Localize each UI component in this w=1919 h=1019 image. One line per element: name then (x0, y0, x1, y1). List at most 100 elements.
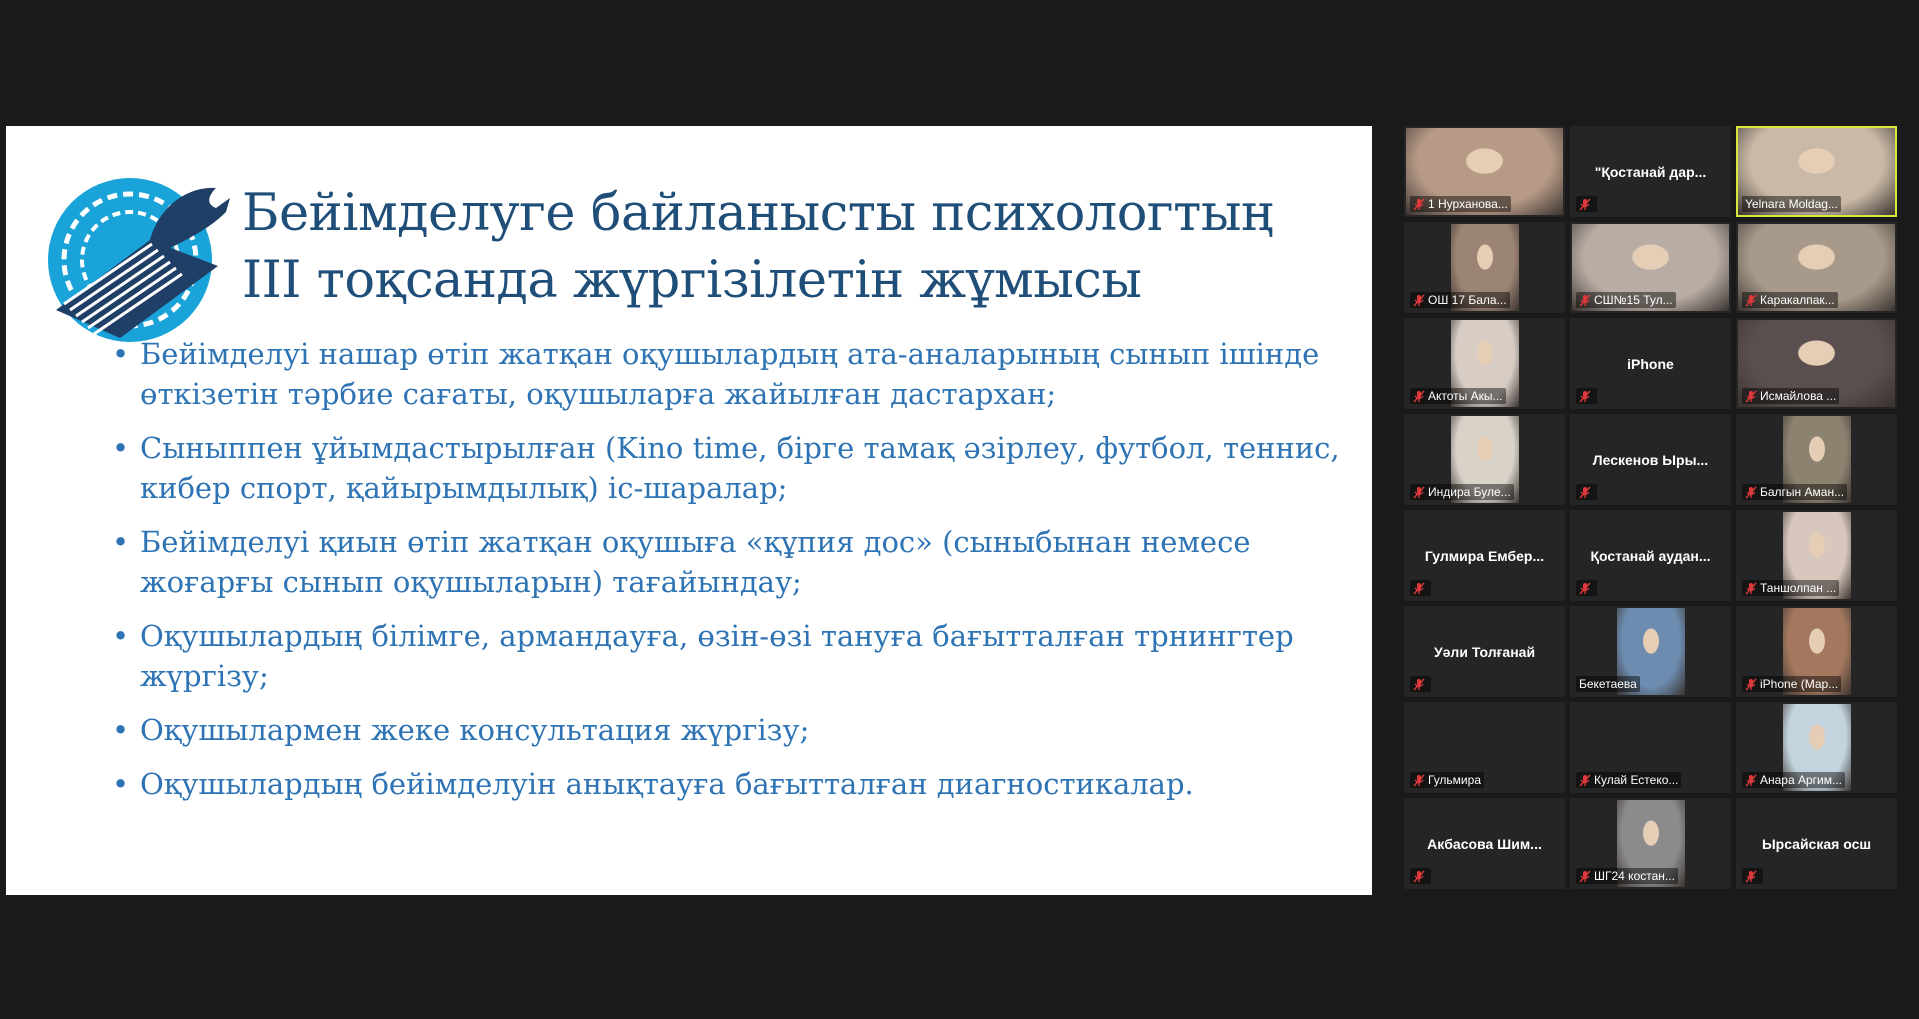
participant-label (1410, 676, 1431, 692)
participant-name: Гульмира (1428, 773, 1481, 787)
participant-label: iPhone (Мар... (1742, 676, 1842, 692)
slide-title: Бейімделуге байланысты психологтың ІІІ т… (242, 180, 1352, 314)
muted-mic-icon (1413, 678, 1425, 690)
bullet-item: • Бейімделуі қиын өтіп жатқан оқушыға «құ… (110, 522, 1340, 602)
participant-label: СШ№15 Тул... (1576, 292, 1676, 308)
muted-mic-icon (1579, 870, 1591, 882)
participant-tile[interactable]: Исмайлова ... (1736, 318, 1897, 409)
participant-label: Yelnara Moldag... (1742, 196, 1841, 212)
participant-tile[interactable]: Каракалпак... (1736, 222, 1897, 313)
participant-label: Индира Буле... (1410, 484, 1514, 500)
participant-name: Бекетаева (1579, 677, 1637, 691)
bullet-text: Оқушылармен жеке консультация жүргізу; (140, 713, 810, 747)
bullet-item: • Бейімделуі нашар өтіп жатқан оқушыларды… (110, 334, 1340, 414)
muted-mic-icon (1745, 294, 1757, 306)
participant-name: Индира Буле... (1428, 485, 1511, 499)
muted-mic-icon (1413, 486, 1425, 498)
participant-tile[interactable]: Балгын Аман... (1736, 414, 1897, 505)
participant-tile[interactable]: iPhone (1570, 318, 1731, 409)
participant-name: ШГ24 костан... (1594, 869, 1675, 883)
participant-tile[interactable]: Таншолпан ... (1736, 510, 1897, 601)
participant-tile[interactable]: Қостанай аудан... (1570, 510, 1731, 601)
bullet-item: • Сыныппен ұйымдастырылған (Kino time, бі… (110, 428, 1340, 508)
slide-bullet-list: • Бейімделуі нашар өтіп жатқан оқушыларды… (110, 334, 1340, 818)
bullet-item: • Оқушылардың бейімделуін анықтауға бағыт… (110, 764, 1340, 804)
participant-name-center: Қостанай аудан... (1590, 547, 1711, 564)
bullet-icon: • (112, 713, 130, 747)
participant-name: Yelnara Moldag... (1745, 197, 1838, 211)
slide-title-line: ІІІ тоқсанда жүргізілетін жұмысы (242, 251, 1142, 310)
participant-label: Гульмира (1410, 772, 1484, 788)
bullet-icon: • (112, 525, 130, 559)
muted-mic-icon (1413, 870, 1425, 882)
participant-label: Исмайлова ... (1742, 388, 1840, 404)
participant-tile[interactable]: Анара Аргим... (1736, 702, 1897, 793)
participant-label: ОШ 17 Бала... (1410, 292, 1510, 308)
bullet-text: Сыныппен ұйымдастырылған (Kino time, бір… (140, 431, 1340, 505)
participants-gallery: 1 Нурханова... "Қостанай дар... Yelnara Mo… (1404, 126, 1897, 889)
participant-name-center: Лескенов Ыры... (1592, 451, 1709, 468)
participant-tile[interactable]: Кулай Естеко... (1570, 702, 1731, 793)
participant-name-center: Ырсайская осш (1761, 835, 1872, 852)
participant-label (1576, 388, 1597, 404)
participant-name: ОШ 17 Бала... (1428, 293, 1507, 307)
participant-tile[interactable]: ШГ24 костан... (1570, 798, 1731, 889)
participant-tile[interactable]: Индира Буле... (1404, 414, 1565, 505)
muted-mic-icon (1745, 678, 1757, 690)
participant-label (1576, 196, 1597, 212)
participant-label (1410, 868, 1431, 884)
participant-tile[interactable]: Бекетаева (1570, 606, 1731, 697)
muted-mic-icon (1413, 582, 1425, 594)
participant-label (1576, 580, 1597, 596)
bullet-icon: • (112, 767, 130, 801)
participant-tile[interactable]: Актоты Акы... (1404, 318, 1565, 409)
participant-tile[interactable]: 1 Нурханова... (1404, 126, 1565, 217)
participant-name: Актоты Акы... (1428, 389, 1503, 403)
participant-tile[interactable]: Гулмира Ембер... (1404, 510, 1565, 601)
muted-mic-icon (1745, 390, 1757, 402)
bullet-text: Бейімделуі нашар өтіп жатқан оқушылардың… (140, 337, 1320, 411)
participant-tile[interactable]: Уәли Толғанай (1404, 606, 1565, 697)
participant-name: iPhone (Мар... (1760, 677, 1839, 691)
participant-tile[interactable]: Лескенов Ыры... (1570, 414, 1731, 505)
participant-name: Анара Аргим... (1760, 773, 1842, 787)
participant-label (1742, 868, 1763, 884)
participant-label: Актоты Акы... (1410, 388, 1506, 404)
participant-label (1576, 484, 1597, 500)
participant-label: Бекетаева (1576, 676, 1640, 692)
participant-tile[interactable]: Гульмира (1404, 702, 1565, 793)
participant-tile[interactable]: ОШ 17 Бала... (1404, 222, 1565, 313)
participant-tile[interactable]: "Қостанай дар... (1570, 126, 1731, 217)
muted-mic-icon (1745, 486, 1757, 498)
participant-tile[interactable]: Yelnara Moldag... (1736, 126, 1897, 217)
participant-label: ШГ24 костан... (1576, 868, 1678, 884)
participant-name-center: Акбасова Шим... (1427, 835, 1542, 852)
muted-mic-icon (1579, 390, 1591, 402)
participant-label: 1 Нурханова... (1410, 196, 1511, 212)
participant-tile[interactable]: СШ№15 Тул... (1570, 222, 1731, 313)
muted-mic-icon (1745, 774, 1757, 786)
participant-tile[interactable]: Акбасова Шим... (1404, 798, 1565, 889)
bullet-text: Оқушылардың бейімделуін анықтауға бағытт… (140, 767, 1194, 801)
muted-mic-icon (1579, 486, 1591, 498)
participant-name-center: "Қостанай дар... (1594, 163, 1707, 180)
participant-name: Исмайлова ... (1760, 389, 1837, 403)
participant-tile[interactable]: iPhone (Мар... (1736, 606, 1897, 697)
bullet-text: Оқушылардың білімге, армандауға, өзін-өз… (140, 619, 1294, 693)
muted-mic-icon (1413, 198, 1425, 210)
bullet-icon: • (112, 337, 130, 371)
participant-name-center: iPhone (1627, 355, 1674, 372)
participant-tile[interactable]: Ырсайская осш (1736, 798, 1897, 889)
muted-mic-icon (1413, 774, 1425, 786)
muted-mic-icon (1745, 870, 1757, 882)
bullet-icon: • (112, 619, 130, 653)
muted-mic-icon (1413, 390, 1425, 402)
participant-name: Таншолпан ... (1760, 581, 1837, 595)
muted-mic-icon (1579, 774, 1591, 786)
muted-mic-icon (1579, 294, 1591, 306)
participant-name-center: Гулмира Ембер... (1424, 547, 1545, 564)
muted-mic-icon (1579, 198, 1591, 210)
bullet-icon: • (112, 431, 130, 465)
participant-label: Таншолпан ... (1742, 580, 1840, 596)
bullet-item: • Оқушылардың білімге, армандауға, өзін-ө… (110, 616, 1340, 696)
